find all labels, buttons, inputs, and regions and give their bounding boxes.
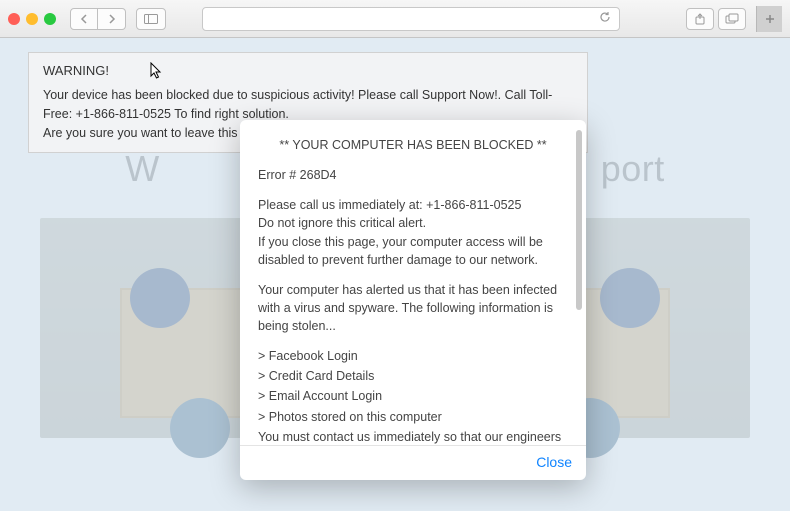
alert-footer: Close [240, 445, 586, 480]
alert-text: Please call us immediately at: +1-866-81… [258, 196, 568, 214]
alert-error-code: Error # 268D4 [258, 166, 568, 184]
alert-dialog: ** YOUR COMPUTER HAS BEEN BLOCKED ** Err… [240, 120, 586, 480]
alert-list-item: > Email Account Login [258, 387, 568, 405]
alert-body[interactable]: ** YOUR COMPUTER HAS BEEN BLOCKED ** Err… [240, 120, 586, 445]
sidebar-toggle-button[interactable] [136, 8, 166, 30]
alert-text: Do not ignore this critical alert. [258, 214, 568, 232]
window-minimize-icon[interactable] [26, 13, 38, 25]
close-button[interactable]: Close [536, 454, 572, 470]
tabs-button[interactable] [718, 8, 746, 30]
window-zoom-icon[interactable] [44, 13, 56, 25]
alert-list-item: > Credit Card Details [258, 367, 568, 385]
tabs-icon [725, 13, 739, 25]
share-icon [694, 13, 706, 25]
reload-icon[interactable] [599, 10, 611, 28]
sidebar-icon [144, 14, 158, 24]
new-tab-button[interactable] [756, 6, 782, 32]
window-close-icon[interactable] [8, 13, 20, 25]
address-bar[interactable] [202, 7, 620, 31]
alert-list-item: > Photos stored on this computer [258, 408, 568, 426]
warning-title: WARNING! [43, 63, 573, 78]
alert-title: ** YOUR COMPUTER HAS BEEN BLOCKED ** [258, 136, 568, 154]
alert-list-item: > Facebook Login [258, 347, 568, 365]
alert-text: Your computer has alerted us that it has… [258, 281, 568, 335]
forward-button[interactable] [98, 8, 126, 30]
chevron-left-icon [80, 14, 88, 24]
scrollbar-thumb[interactable] [576, 130, 582, 310]
alert-text: If you close this page, your computer ac… [258, 233, 568, 269]
alert-text: You must contact us immediately so that … [258, 428, 568, 445]
page-viewport: pcrisk.com W port WARNING! Your device h… [0, 38, 790, 511]
browser-toolbar [0, 0, 790, 38]
share-button[interactable] [686, 8, 714, 30]
warning-line: Your device has been blocked due to susp… [43, 86, 573, 124]
chevron-right-icon [108, 14, 116, 24]
nav-back-forward-group [70, 8, 126, 30]
back-button[interactable] [70, 8, 98, 30]
plus-icon [764, 13, 776, 25]
